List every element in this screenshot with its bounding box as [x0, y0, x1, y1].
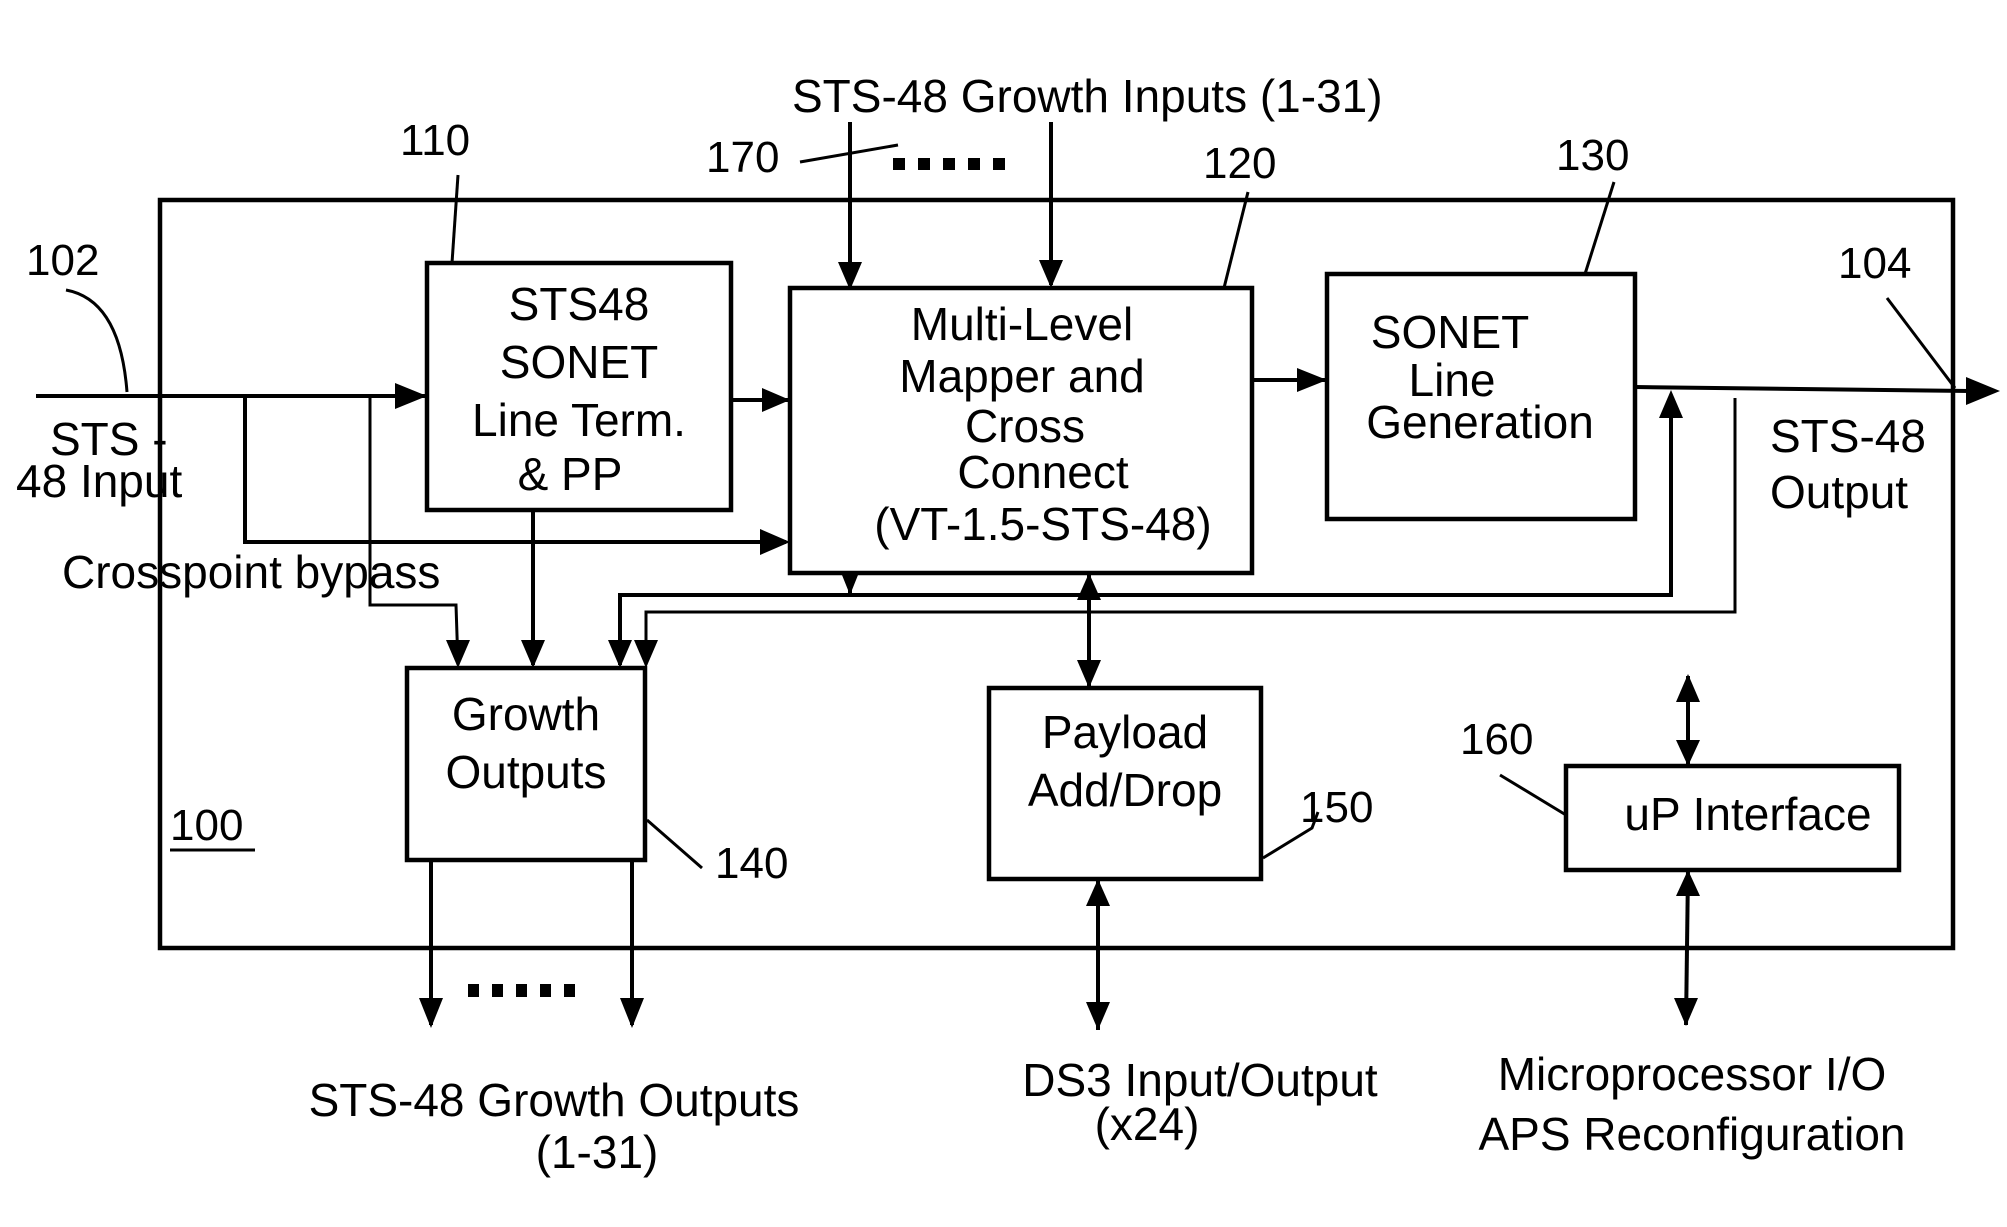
block-line-generation: SONET Line Generation: [1324, 271, 1638, 522]
growth-outputs-label-2: (1-31): [536, 1126, 659, 1178]
link-160-up-arrow-top: [1676, 674, 1700, 702]
growth-output-arrow-1: [419, 998, 443, 1028]
sts-output-label-2: Output: [1770, 466, 1908, 518]
growth-inputs-label: STS-48 Growth Inputs (1-31): [792, 70, 1383, 122]
link-loop-130-arrow: [1659, 390, 1683, 418]
sts-output-label-1: STS-48: [1770, 410, 1926, 462]
link-160-down-arrow-top: [1676, 870, 1700, 896]
ref-120-leader: [1222, 191, 1250, 289]
growth-output-ellipsis: [468, 984, 575, 997]
ref-130-leader: [1583, 181, 1616, 275]
block-140-line-1: Growth: [452, 688, 600, 740]
growth-outputs-label-1: STS-48 Growth Outputs: [309, 1074, 800, 1126]
link-150-ds3-arrow-down: [1086, 1002, 1110, 1030]
block-110-line-2: SONET: [500, 336, 658, 388]
block-130-line-1: SONET: [1371, 306, 1529, 358]
block-110-line-1: STS48: [509, 278, 650, 330]
block-150-line-2: Add/Drop: [1028, 764, 1222, 816]
block-up-interface: uP Interface: [1563, 763, 1902, 873]
ref-102-leader: [65, 288, 129, 393]
link-110-140-arrow: [521, 640, 545, 668]
sts-output-line: [1634, 385, 1971, 393]
link-160-down-arrow-bottom: [1674, 998, 1698, 1026]
ref-170: 170: [706, 133, 779, 182]
growth-input-ellipsis: [893, 158, 1005, 170]
block-150-line-1: Payload: [1042, 706, 1208, 758]
microprocessor-label-1: Microprocessor I/O: [1498, 1048, 1887, 1100]
link-110-120-arrow: [762, 388, 790, 412]
link-120-150-arrow-down: [1077, 660, 1101, 688]
ref-102: 102: [26, 236, 99, 285]
block-120-line-4: Connect: [957, 446, 1129, 498]
ds3-label-1: DS3 Input/Output: [1022, 1054, 1378, 1106]
link-120-150-arrow-up: [1077, 573, 1101, 600]
ref-130: 130: [1556, 131, 1629, 180]
growth-input-arrow-2: [1039, 260, 1063, 288]
block-120-line-2: Mapper and: [899, 350, 1145, 402]
block-120-line-1: Multi-Level: [911, 298, 1133, 350]
link-output-140-arrow: [634, 640, 658, 668]
ref-104-leader: [1885, 297, 1957, 389]
ds3-label-2: (x24): [1095, 1098, 1200, 1150]
ref-150: 150: [1300, 783, 1373, 832]
block-120-line-5: (VT-1.5-STS-48): [874, 498, 1211, 550]
ref-104: 104: [1838, 239, 1911, 288]
sts-input-arrow: [395, 383, 427, 409]
crosspoint-bypass-arrow: [446, 640, 470, 668]
sts-output-arrow: [1966, 377, 2000, 405]
block-130-line-3: Generation: [1366, 396, 1594, 448]
ref-110-leader: [450, 174, 460, 264]
block-growth-outputs: Growth Outputs: [404, 665, 648, 863]
block-payload-add-drop: Payload Add/Drop: [986, 685, 1264, 882]
microprocessor-label-2: APS Reconfiguration: [1478, 1108, 1905, 1160]
crosspoint-bypass-label: Crosspoint bypass: [62, 546, 440, 598]
ref-140-leader: [646, 818, 703, 870]
block-110-line-3: Line Term.: [472, 394, 686, 446]
growth-output-arrow-2: [620, 998, 644, 1028]
link-160-up-arrow-bottom: [1676, 740, 1700, 766]
ref-160: 160: [1460, 715, 1533, 764]
block-110-line-4: & PP: [518, 448, 623, 500]
ref-110: 110: [400, 116, 470, 165]
block-140-line-2: Outputs: [445, 746, 606, 798]
sts-input-label-2: 48 Input: [16, 455, 182, 507]
block-120-line-3: Cross: [965, 400, 1085, 452]
link-120-130-arrow: [1297, 368, 1327, 392]
block-mapper-cross-connect: Multi-Level Mapper and Cross Connect (VT…: [787, 285, 1255, 576]
block-160-line-1: uP Interface: [1624, 788, 1871, 840]
diagram-svg: 100 STS-48 Growth Inputs (1-31) 170 102 …: [16, 70, 2000, 1178]
ref-120: 120: [1203, 139, 1276, 188]
link-120-140-arrow: [608, 640, 632, 668]
block-diagram: 100 STS-48 Growth Inputs (1-31) 170 102 …: [0, 0, 2007, 1227]
bypass-to-mapper-arrow: [760, 529, 790, 555]
ref-140: 140: [715, 839, 788, 888]
link-150-ds3-arrow-up: [1086, 879, 1110, 906]
link-120-140: [618, 593, 850, 665]
block-line-termination: STS48 SONET Line Term. & PP: [424, 260, 734, 513]
ref-100: 100: [170, 801, 243, 850]
ref-160-leader: [1499, 773, 1567, 817]
